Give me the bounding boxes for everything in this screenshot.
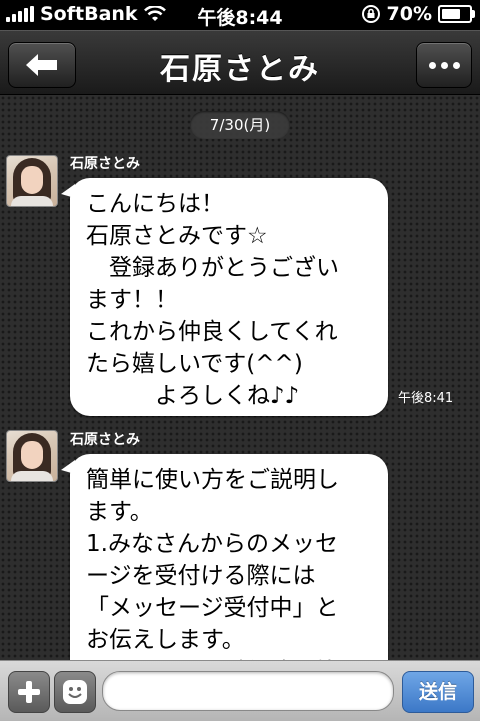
battery-icon (438, 5, 475, 23)
message-bubble[interactable]: 簡単に使い方をご説明し ます。 1.みなさんからのメッセ ージを受付ける際には … (61, 454, 388, 660)
battery-percent: 70% (386, 3, 432, 25)
status-bar: SoftBank 午後8:44 70% (0, 0, 480, 30)
rotation-lock-icon (361, 5, 380, 23)
sender-name: 石原さとみ (70, 156, 140, 172)
more-dot (452, 61, 460, 69)
emoji-button[interactable] (54, 671, 96, 713)
avatar-face (21, 166, 43, 194)
sender-name: 石原さとみ (70, 432, 140, 448)
navigation-bar: 石原さとみ (0, 30, 480, 95)
avatar-shoulders (11, 471, 53, 481)
more-dot (440, 61, 448, 69)
plus-icon (18, 681, 40, 703)
avatar-shoulders (11, 196, 53, 206)
more-dots-icon (428, 61, 436, 69)
message-input[interactable] (102, 671, 394, 711)
chat-area[interactable]: 7/30(月) 石原さとみ こんにちは！ 石原さとみです☆ 登録ありがとうござい… (0, 95, 480, 660)
date-separator: 7/30(月) (190, 111, 290, 139)
attach-button[interactable] (8, 671, 50, 713)
message-time: 午後8:41 (398, 391, 454, 406)
more-options-button[interactable] (416, 42, 472, 88)
avatar-face (21, 441, 43, 469)
message-bubble[interactable]: こんにちは！ 石原さとみです☆ 登録ありがとうござい ます！！ これから仲良くし… (61, 178, 388, 416)
send-button[interactable]: 送信 (402, 671, 474, 713)
avatar[interactable] (6, 155, 58, 207)
avatar[interactable] (6, 430, 58, 482)
emoji-icon (63, 680, 87, 704)
battery-fill (442, 9, 460, 19)
battery-info: 70% (361, 3, 475, 25)
message-input-bar: 送信 (0, 660, 480, 721)
chat-title: 石原さとみ (160, 52, 320, 87)
